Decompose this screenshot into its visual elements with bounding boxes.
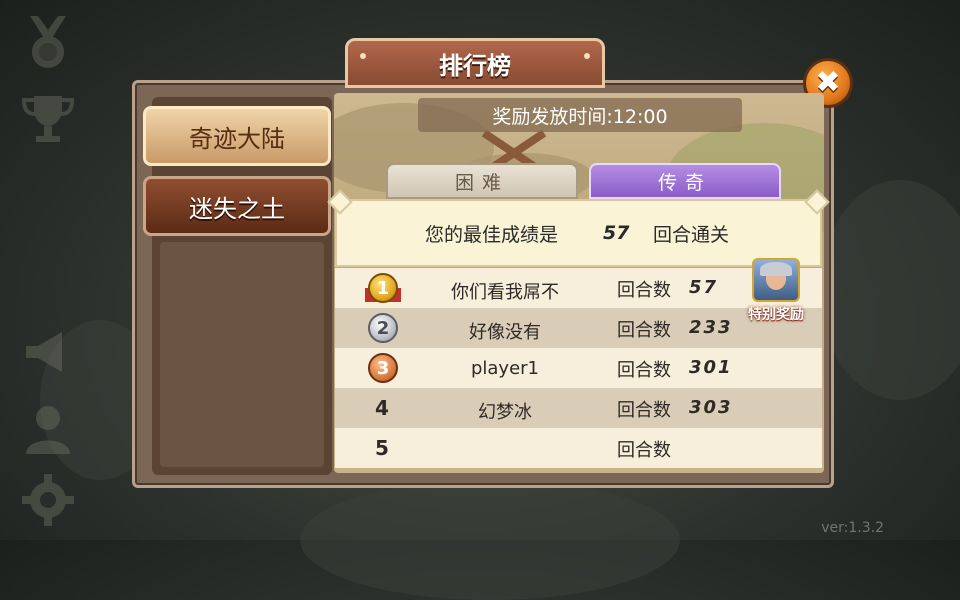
best-score-prefix: 您的最佳成绩是 <box>425 223 559 246</box>
page-title: 排行榜 <box>439 51 511 80</box>
player-name: player1 <box>470 358 540 379</box>
special-reward-label: 特别奖励 <box>748 307 804 323</box>
rank-number: 5 <box>375 436 389 460</box>
reward-time-banner: 奖励发放时间:12:00 <box>418 98 742 132</box>
tab-hard[interactable]: 困难 <box>386 163 578 199</box>
rounds-label: 回合数 <box>617 400 671 421</box>
rounds-label: 回合数 <box>617 280 671 301</box>
best-score-value: 57 <box>603 222 630 244</box>
sidebar-item-label: 奇迹大陆 <box>189 124 285 153</box>
version-label: ver:1.3.2 <box>821 520 884 536</box>
rounds-label: 回合数 <box>617 320 671 341</box>
player-name: 幻梦冰 <box>478 402 532 423</box>
table-row: 4 幻梦冰 回合数 303 <box>335 388 822 428</box>
sidebar-item-wonder-land[interactable]: 奇迹大陆 <box>143 106 331 166</box>
best-score-suffix: 回合通关 <box>653 223 730 246</box>
rank-number: 4 <box>375 396 389 420</box>
table-row: 5 回合数 <box>335 428 822 468</box>
silver-medal-icon: 2 <box>368 313 398 343</box>
sidebar-item-lost-land[interactable]: 迷失之土 <box>143 176 331 236</box>
player-name: 你们看我屌不 <box>451 282 559 303</box>
sidebar-item-label: 迷失之土 <box>189 194 285 223</box>
title-tab: 排行榜 <box>345 38 605 88</box>
rounds-value: 303 <box>689 397 733 418</box>
rounds-value: 233 <box>689 317 733 338</box>
rounds-value: 57 <box>689 277 719 298</box>
special-reward-button[interactable]: 特别奖励 <box>742 258 810 323</box>
rounds-label: 回合数 <box>617 360 671 381</box>
background-scenery <box>300 480 680 600</box>
tab-label: 困难 <box>454 171 509 194</box>
hero-portrait-icon <box>752 258 800 302</box>
rounds-label: 回合数 <box>617 440 671 461</box>
megaphone-icon[interactable] <box>18 322 78 382</box>
trophy-icon[interactable] <box>18 88 78 148</box>
table-row: 3 player1 回合数 301 <box>335 348 822 388</box>
bronze-medal-icon: 3 <box>368 353 398 383</box>
player-name: 好像没有 <box>469 322 541 343</box>
tab-label: 传奇 <box>657 171 712 194</box>
gear-icon[interactable] <box>18 470 78 530</box>
gold-medal-icon: 1 <box>368 273 398 303</box>
best-score-bar: 您的最佳成绩是 57 回合通关 <box>327 189 830 267</box>
user-icon[interactable] <box>18 398 78 458</box>
rounds-value: 301 <box>689 357 733 378</box>
tab-legend[interactable]: 传奇 <box>589 163 781 199</box>
background-scenery <box>820 180 960 400</box>
medal-icon[interactable] <box>18 12 78 72</box>
